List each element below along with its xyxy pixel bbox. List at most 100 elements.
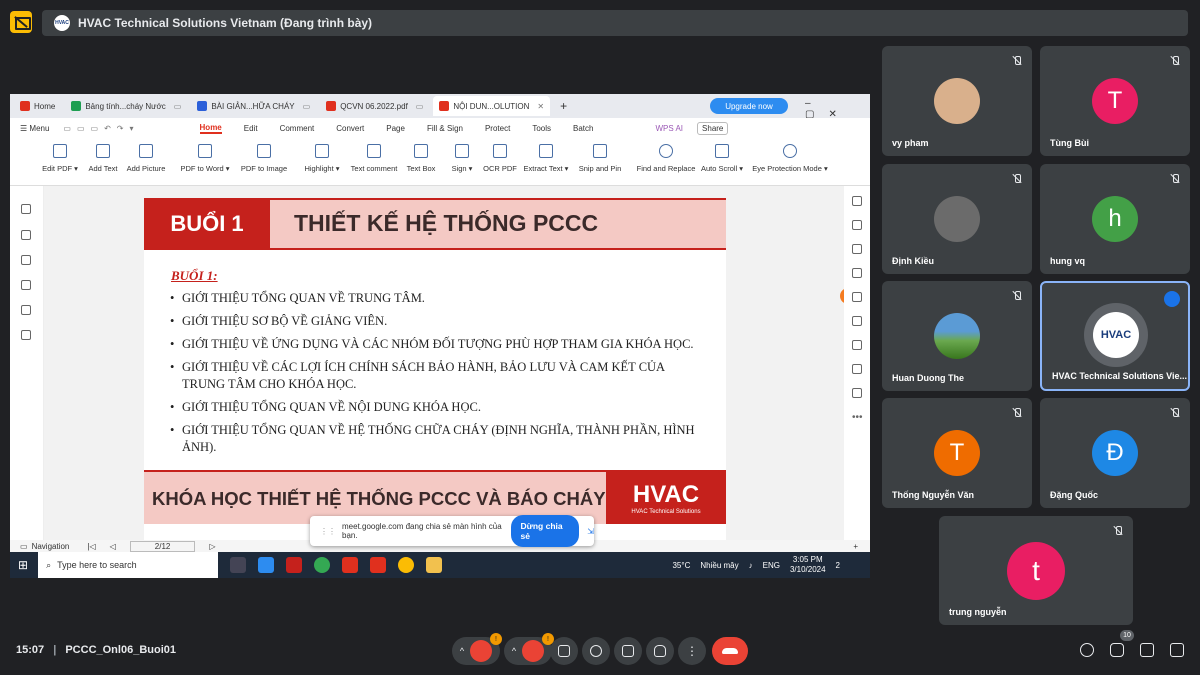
first-page-icon[interactable]: |◁ xyxy=(87,542,95,551)
stop-sharing-button[interactable]: Dừng chia sẻ xyxy=(510,515,580,547)
menu-fill-sign[interactable]: Fill & Sign xyxy=(427,124,463,133)
quick-access-icons[interactable]: ▭▭▭↶↷▾ xyxy=(63,124,139,133)
menu-tools[interactable]: Tools xyxy=(532,124,551,133)
raise-hand-button[interactable] xyxy=(646,637,674,665)
hide-notice-icon[interactable]: ⇲ xyxy=(587,527,594,536)
pdf-to-word-tool[interactable]: PDF to Word ▾ xyxy=(180,144,230,173)
menu-page[interactable]: Page xyxy=(386,124,405,133)
list-icon[interactable] xyxy=(852,292,862,302)
tab-noi-dung-pdf[interactable]: NỘI DUN...OLUTION ✕ xyxy=(433,96,551,116)
highlight-tool[interactable]: Highlight ▾ xyxy=(297,144,347,173)
menu-protect[interactable]: Protect xyxy=(485,124,510,133)
participant-tile[interactable]: t trung nguyễn xyxy=(939,516,1133,625)
task-view-icon[interactable] xyxy=(230,557,247,573)
app-icon[interactable] xyxy=(286,557,303,573)
captions-button[interactable] xyxy=(550,637,578,665)
document-area[interactable]: BUỔI 1 THIẾT KẾ HỆ THỐNG PCCC BUỔI 1: GI… xyxy=(44,186,866,540)
clock[interactable]: 3:05 PM 3/10/2024 xyxy=(790,555,826,575)
auto-scroll-tool[interactable]: Auto Scroll ▾ xyxy=(697,144,747,173)
find-replace-tool[interactable]: Find and Replace xyxy=(637,144,695,173)
thumbnail-icon[interactable] xyxy=(21,230,31,240)
signature-icon[interactable] xyxy=(21,305,31,315)
notification-badge[interactable]: 2 xyxy=(836,561,840,570)
windows-start-icon[interactable]: ⊞ xyxy=(18,558,28,572)
file-explorer-icon[interactable] xyxy=(426,557,443,573)
layers-icon[interactable] xyxy=(21,330,31,340)
page-icon[interactable] xyxy=(852,316,862,326)
add-picture-tool[interactable]: Add Picture xyxy=(121,144,171,173)
emoji-button[interactable] xyxy=(582,637,610,665)
weather-text[interactable]: Nhiều mây xyxy=(700,561,738,570)
participant-tile[interactable]: Đ Đặng Quốc xyxy=(1040,398,1190,508)
leave-call-button[interactable] xyxy=(712,637,748,665)
new-tab-button[interactable]: + xyxy=(554,96,573,116)
close-icon[interactable]: ▭ xyxy=(174,102,182,111)
extract-text-tool[interactable]: Extract Text ▾ xyxy=(521,144,571,173)
share-button[interactable]: Share xyxy=(697,121,729,135)
tab-home[interactable]: Home xyxy=(14,96,61,116)
edit-icon[interactable] xyxy=(852,220,862,230)
text-comment-tool[interactable]: Text comment xyxy=(349,144,399,173)
wps-ai-button[interactable]: WPS AI xyxy=(655,124,683,133)
filter-icon[interactable] xyxy=(852,196,862,206)
presentation-icon[interactable] xyxy=(10,11,32,33)
close-icon[interactable]: ▭ xyxy=(303,102,311,111)
chrome-profile-icon[interactable] xyxy=(398,557,415,573)
participant-tile[interactable]: Huan Duong The xyxy=(882,281,1032,391)
search-icon[interactable] xyxy=(852,340,862,350)
bookmark-icon[interactable] xyxy=(21,204,31,214)
pdf-to-image-tool[interactable]: PDF to Image xyxy=(239,144,289,173)
participant-tile-presenter[interactable]: HVAC HVAC Technical Solutions Vie... xyxy=(1040,281,1190,391)
next-page-icon[interactable]: ▷ xyxy=(209,542,215,551)
menu-home[interactable]: Home xyxy=(199,123,222,134)
more-options-button[interactable]: ⋮ xyxy=(678,637,706,665)
pen-icon[interactable] xyxy=(852,268,862,278)
weather-temp[interactable]: 35°C xyxy=(672,561,690,570)
menu-batch[interactable]: Batch xyxy=(573,124,593,133)
people-icon[interactable] xyxy=(1110,643,1124,657)
tab-spreadsheet[interactable]: Bảng tính...cháy Nước ▭ xyxy=(65,96,187,116)
taskbar-search[interactable]: ⌕ Type here to search xyxy=(38,552,219,578)
menu-button[interactable]: ☰ Menu xyxy=(20,124,49,133)
present-button[interactable] xyxy=(614,637,642,665)
upgrade-button[interactable]: Upgrade now xyxy=(710,98,788,114)
navigation-icon[interactable]: ▭ xyxy=(20,542,28,551)
participant-tile[interactable]: T Tùng Bùi xyxy=(1040,46,1190,156)
chevron-up-icon[interactable]: ^ xyxy=(512,646,516,656)
acrobat-icon[interactable] xyxy=(342,557,359,573)
close-icon[interactable]: ✕ xyxy=(537,102,544,111)
camera-button[interactable]: ^ ! xyxy=(504,633,554,665)
help-icon[interactable] xyxy=(852,364,862,374)
more-icon[interactable]: ••• xyxy=(852,412,863,423)
wps-icon[interactable] xyxy=(370,557,387,573)
navigation-label[interactable]: Navigation xyxy=(32,542,70,551)
close-icon[interactable]: ▭ xyxy=(416,102,424,111)
participant-tile[interactable]: h hung vq xyxy=(1040,164,1190,274)
ocr-pdf-tool[interactable]: OCR PDF xyxy=(475,144,525,173)
snip-pin-tool[interactable]: Snip and Pin xyxy=(575,144,625,173)
participant-tile[interactable]: T Thống Nguyễn Văn xyxy=(882,398,1032,508)
attachment-icon[interactable] xyxy=(21,280,31,290)
zoom-in-icon[interactable]: + xyxy=(853,542,858,551)
tab-qcvn-pdf[interactable]: QCVN 06.2022.pdf ▭ xyxy=(320,96,429,116)
settings-icon[interactable] xyxy=(852,388,862,398)
zalo-icon[interactable] xyxy=(258,557,275,573)
prev-page-icon[interactable]: ◁ xyxy=(110,542,116,551)
participant-tile[interactable]: Định Kiều xyxy=(882,164,1032,274)
volume-icon[interactable]: ♪ xyxy=(749,561,753,570)
tab-presentation[interactable]: BÀI GIẢN...HỮA CHÁY ▭ xyxy=(191,96,316,116)
drag-handle-icon[interactable]: ⋮⋮ xyxy=(320,527,336,536)
menu-comment[interactable]: Comment xyxy=(280,124,315,133)
document-icon[interactable] xyxy=(852,244,862,254)
chat-icon[interactable] xyxy=(1140,643,1154,657)
microphone-button[interactable]: ^ ! xyxy=(452,633,502,665)
eye-protection-tool[interactable]: Eye Protection Mode ▾ xyxy=(752,144,828,173)
activities-icon[interactable] xyxy=(1170,643,1184,657)
menu-convert[interactable]: Convert xyxy=(336,124,364,133)
page-indicator[interactable]: 2/12 xyxy=(129,540,196,552)
participant-tile[interactable]: vy pham xyxy=(882,46,1032,156)
chrome-icon[interactable] xyxy=(314,557,331,573)
chevron-up-icon[interactable]: ^ xyxy=(460,646,464,656)
menu-edit[interactable]: Edit xyxy=(244,124,258,133)
window-controls[interactable]: –▢✕ xyxy=(805,98,870,120)
